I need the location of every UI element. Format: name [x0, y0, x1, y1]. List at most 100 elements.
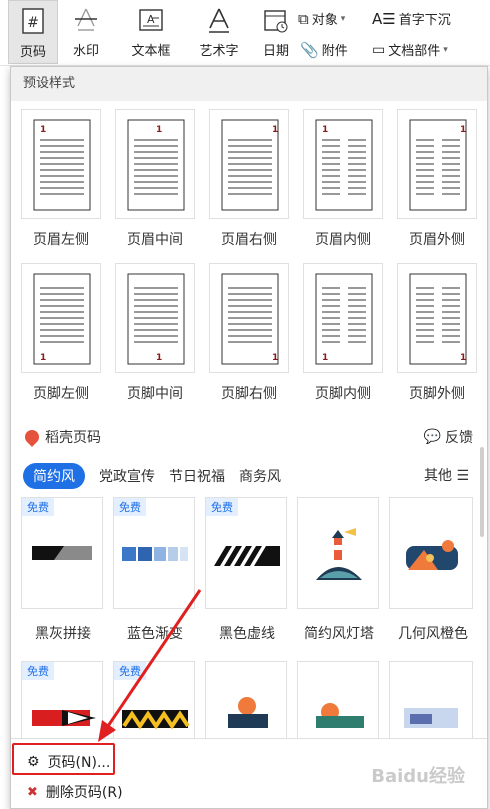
wordart-icon: [209, 8, 229, 33]
page-num-marker: 1: [156, 353, 162, 363]
docparts-button[interactable]: ▭ 文档部件 ▾: [372, 40, 448, 60]
page-preview-image: 1: [221, 273, 279, 365]
page-preview-image: 1: [409, 273, 467, 365]
docparts-icon: ▭: [372, 41, 386, 58]
header-preset-3[interactable]: 1: [209, 109, 289, 219]
footer-preset-1[interactable]: 1: [21, 263, 101, 373]
tab-business[interactable]: 商务风: [239, 466, 281, 486]
page-num-marker: 1: [272, 125, 278, 135]
header-preset-label: 页眉右侧: [221, 232, 277, 248]
delete-icon: ✖: [27, 784, 38, 800]
header-preset-2[interactable]: 1: [115, 109, 195, 219]
menu-icon: ☰: [456, 468, 469, 484]
textbox-icon: A: [139, 9, 163, 31]
docparts-label: 文档部件: [388, 44, 441, 59]
category-tabs: 简约风 党政宣传 节日祝福 商务风: [23, 463, 281, 489]
page-number-settings-icon: ⚙: [27, 754, 40, 770]
template-card-5[interactable]: [389, 497, 473, 609]
watermark-label: 水印: [72, 44, 99, 59]
free-badge: 免费: [114, 498, 146, 516]
geometric-orange-image: [406, 540, 458, 570]
free-badge: 免费: [22, 662, 54, 680]
preset-section-title: 预设样式: [11, 67, 487, 101]
tab-simple[interactable]: 简约风: [23, 463, 85, 489]
wordart-label: 艺术字: [199, 44, 239, 59]
page-num-marker: 1: [322, 125, 328, 135]
page-number-label: 页码: [19, 45, 46, 60]
header-preset-label: 页眉内侧: [315, 232, 371, 248]
textbox-label: 文本框: [131, 44, 171, 59]
footer-preset-5[interactable]: 1: [397, 263, 477, 373]
watermark-button[interactable]: 水印: [60, 0, 112, 64]
other-label: 其他: [423, 468, 452, 484]
template-card-3[interactable]: 免费: [205, 497, 287, 609]
bottom-menu: ⚙ 页码(N)... ✖ 删除页码(R) Baidu经验: [11, 738, 487, 808]
page-preview-image: 1: [33, 273, 91, 365]
header-preset-4[interactable]: 1: [303, 109, 383, 219]
svg-text:A: A: [147, 13, 155, 26]
page-number-menu-label: 页码(N)...: [47, 755, 111, 771]
object-icon: ⧉: [298, 9, 309, 28]
footer-preset-3[interactable]: 1: [209, 263, 289, 373]
free-badge: 免费: [206, 498, 238, 516]
page-preview-image: 1: [33, 119, 91, 211]
scrollbar[interactable]: [480, 447, 484, 537]
header-preset-5[interactable]: 1: [397, 109, 477, 219]
date-label: 日期: [262, 44, 289, 59]
header-preset-1[interactable]: 1: [21, 109, 101, 219]
attachment-button[interactable]: 📎 附件: [300, 40, 348, 60]
chevron-down-icon: ▾: [443, 44, 448, 55]
tab-party[interactable]: 党政宣传: [99, 466, 155, 486]
template-label-5: 几何风橙色: [398, 626, 468, 642]
object-label: 对象: [311, 13, 338, 28]
page-num-marker: 1: [40, 125, 46, 135]
chat-bubble-icon: 💬: [423, 429, 441, 445]
free-badge: 免费: [22, 498, 54, 516]
page-number-menu-item[interactable]: ⚙ 页码(N)...: [19, 747, 110, 777]
template-label-2: 蓝色渐变: [127, 626, 183, 642]
wordart-button[interactable]: 艺术字: [188, 0, 250, 64]
delete-page-number-menu-item[interactable]: ✖ 删除页码(R): [19, 777, 123, 807]
page-num-marker: 1: [460, 125, 466, 135]
free-badge: 免费: [114, 662, 146, 680]
template-card-1[interactable]: 免费: [21, 497, 103, 609]
lighthouse-image: [316, 528, 362, 580]
feedback-button[interactable]: 💬 反馈: [424, 419, 473, 455]
wk-title: 稻壳页码: [45, 430, 101, 446]
header-preset-label: 页眉中间: [127, 232, 183, 248]
watermark-icon: [75, 8, 97, 31]
page-preview-image: 1: [127, 273, 185, 365]
template-card-2[interactable]: 免费: [113, 497, 195, 609]
footer-preset-label: 页脚左侧: [33, 386, 89, 402]
other-button[interactable]: 其他 ☰: [424, 465, 469, 485]
date-button[interactable]: 日期: [256, 0, 296, 64]
footer-preset-label: 页脚中间: [127, 386, 183, 402]
feedback-label: 反馈: [445, 430, 473, 446]
chevron-down-icon: ▾: [340, 13, 346, 24]
baidu-watermark: Baidu经验: [371, 766, 465, 787]
page-preview-image: 1: [315, 273, 373, 365]
paperclip-icon: 📎: [300, 40, 319, 59]
footer-preset-4[interactable]: 1: [303, 263, 383, 373]
dropcap-button[interactable]: A☰ 首字下沉: [372, 9, 451, 29]
dropcap-label: 首字下沉: [398, 13, 451, 28]
page-number-icon: #: [22, 8, 44, 34]
object-button[interactable]: ⧉ 对象 ▾: [298, 9, 346, 29]
textbox-button[interactable]: A 文本框: [120, 0, 182, 64]
page-preview-image: 1: [315, 119, 373, 211]
template-card-4[interactable]: [297, 497, 379, 609]
svg-text:#: #: [27, 15, 39, 31]
page-number-button[interactable]: # 页码: [8, 0, 58, 64]
calendar-icon: [264, 10, 288, 33]
page-preview-image: 1: [409, 119, 467, 211]
footer-preset-label: 页脚外侧: [409, 386, 465, 402]
template-label-1: 黑灰拼接: [35, 626, 91, 642]
page-num-marker: 1: [156, 125, 162, 135]
dropcap-icon: A☰: [372, 9, 396, 28]
tab-festival[interactable]: 节日祝福: [169, 466, 225, 486]
page-number-dropdown: 预设样式 1 页眉左侧 1 页脚左侧 1 页眉中间 1 页脚中间 1 页眉右侧 1 页脚右侧 1 页眉内侧…: [10, 66, 488, 809]
footer-preset-label: 页脚内侧: [315, 386, 371, 402]
footer-preset-2[interactable]: 1: [115, 263, 195, 373]
delete-page-number-label: 删除页码(R): [45, 785, 123, 801]
page-num-marker: 1: [40, 353, 46, 363]
